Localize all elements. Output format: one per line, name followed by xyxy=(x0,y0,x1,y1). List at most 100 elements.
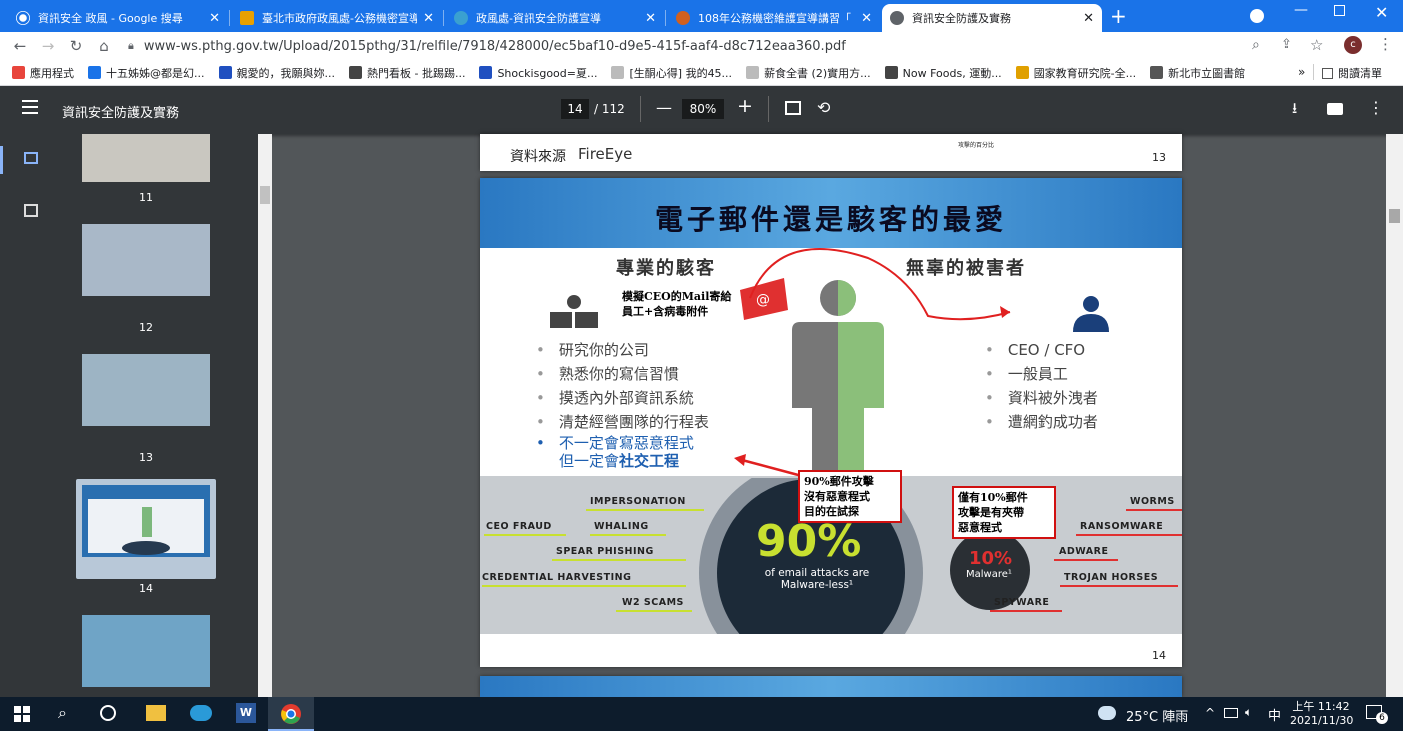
page-thumbnail[interactable] xyxy=(82,615,210,687)
page-thumbnail[interactable] xyxy=(82,354,210,426)
ime-indicator[interactable]: 中 xyxy=(1268,705,1281,724)
bookmark-item[interactable]: 十五姊姊@都是幻... xyxy=(88,65,205,81)
keyword-label: CREDENTIAL HARVESTING xyxy=(482,572,632,583)
keyword-label: ADWARE xyxy=(1059,546,1109,557)
bookmark-item[interactable]: 薪食全書 (2)實用方... xyxy=(746,65,871,81)
page-thumbnail[interactable] xyxy=(82,224,210,296)
bookmark-icon xyxy=(88,66,101,79)
lock-icon: 🔒︎ xyxy=(128,39,134,52)
source-label: 資料來源 xyxy=(510,149,566,165)
thumbnail-scrollbar[interactable] xyxy=(258,134,272,697)
keyword-label: TROJAN HORSES xyxy=(1064,572,1159,583)
bookmark-item[interactable]: 親愛的，我願與妳... xyxy=(218,65,336,81)
weather-text[interactable]: 25°C 陣雨 xyxy=(1126,706,1188,725)
close-tab-icon[interactable]: ✕ xyxy=(861,11,872,26)
bookmark-star-icon[interactable]: ☆ xyxy=(1310,36,1323,54)
more-bookmarks-icon[interactable]: » xyxy=(1298,65,1305,79)
browser-tab-1[interactable]: 資訊安全 政風 - Google 搜尋 ✕ xyxy=(8,4,228,32)
notification-icon[interactable]: 6 xyxy=(1366,705,1388,724)
bookmark-icon xyxy=(479,66,493,79)
pdf-title: 資訊安全防護及實務 xyxy=(62,106,180,121)
bookmark-icon xyxy=(218,66,232,79)
zoom-input[interactable]: 80% xyxy=(682,99,724,119)
page-thumbnail[interactable] xyxy=(82,134,210,182)
bookmark-icon xyxy=(884,66,898,79)
clock[interactable]: 上午 11:42 2021/11/30 xyxy=(1290,700,1353,728)
close-tab-icon[interactable]: ✕ xyxy=(645,11,656,26)
word-icon[interactable]: W xyxy=(236,703,256,723)
browser-tab-3[interactable]: 政風處-資訊安全防護宣導 ✕ xyxy=(446,4,664,32)
notification-count: 6 xyxy=(1376,712,1388,724)
browser-tab-4[interactable]: 108年公務機密維護宣導講習「 ✕ xyxy=(668,4,880,32)
stat-10-caption: Malware¹ xyxy=(966,569,1012,580)
scroll-thumb[interactable] xyxy=(1389,209,1400,223)
windows-start-icon[interactable] xyxy=(14,706,36,728)
thumbnail-number: 13 xyxy=(139,451,153,464)
pdf-page-14: 電子郵件還是駭客的最愛 專業的駭客 無辜的被害者 模擬CEO的Mail寄給 員工… xyxy=(480,178,1182,667)
download-icon[interactable]: ⭳ xyxy=(1292,98,1297,123)
list-item: • 摸透內外部資訊系統 xyxy=(536,389,694,407)
browser-menu-icon[interactable]: ⋮ xyxy=(1378,35,1393,53)
page-thumbnail[interactable] xyxy=(82,485,210,557)
browser-tab-2[interactable]: 臺北市政府政風處-公務機密宣導 ✕ xyxy=(232,4,442,32)
keyword-underline xyxy=(590,534,666,536)
task-view-icon[interactable] xyxy=(100,705,116,721)
zoom-out-icon[interactable]: — xyxy=(656,98,672,117)
thumbnail-view-icon[interactable] xyxy=(24,152,38,164)
webex-icon[interactable] xyxy=(190,705,212,721)
bookmark-item[interactable]: [生酮心得] 我的45... xyxy=(611,65,732,81)
reload-icon[interactable]: ↻ xyxy=(62,37,90,55)
profile-avatar[interactable]: c xyxy=(1344,36,1362,54)
browser-tab-active[interactable]: 資訊安全防護及實務 ✕ xyxy=(882,4,1102,32)
close-tab-icon[interactable]: ✕ xyxy=(209,11,220,26)
file-explorer-icon[interactable] xyxy=(146,705,166,721)
close-tab-icon[interactable]: ✕ xyxy=(423,11,434,26)
tab-title: 108年公務機密維護宣導講習「 xyxy=(698,12,851,25)
chrome-icon xyxy=(281,704,301,724)
chrome-taskbar-button[interactable] xyxy=(268,697,314,731)
outline-view-icon[interactable] xyxy=(24,204,38,217)
maximize-icon[interactable] xyxy=(1334,5,1345,16)
forward-icon[interactable]: → xyxy=(34,37,62,55)
bookmark-item[interactable]: Shockisgood=夏... xyxy=(479,65,597,81)
keyword-label: SPEAR PHISHING xyxy=(556,546,654,557)
close-tab-icon[interactable]: ✕ xyxy=(1083,11,1094,26)
home-icon[interactable]: ⌂ xyxy=(90,37,118,55)
scroll-thumb[interactable] xyxy=(260,186,270,204)
page-number-input[interactable]: 14 xyxy=(561,99,589,119)
tray-expand-icon[interactable]: ^ xyxy=(1205,706,1215,720)
minimize-icon[interactable]: — xyxy=(1294,2,1308,18)
volume-icon[interactable]: 🔈︎ xyxy=(1245,705,1252,720)
stat-90-caption: of email attacks are Malware-less¹ xyxy=(742,567,892,591)
zoom-in-icon[interactable]: + xyxy=(737,95,753,117)
back-icon[interactable]: ← xyxy=(6,37,34,55)
bookmark-item[interactable]: 國家教育研究院-全... xyxy=(1015,65,1136,81)
pdf-toolbar: 資訊安全防護及實務 14 / 112 — 80% + ⟲ ⭳ ⋮ xyxy=(0,86,1403,134)
bookmark-label: 親愛的，我願與妳... xyxy=(236,66,336,80)
caption-line: of email attacks are xyxy=(764,567,870,579)
more-actions-icon[interactable]: ⋮ xyxy=(1368,98,1384,117)
url-text[interactable]: www-ws.pthg.gov.tw/Upload/2015pthg/31/re… xyxy=(144,39,846,54)
network-icon[interactable] xyxy=(1224,708,1238,718)
zoom-icon[interactable]: ⌕ xyxy=(1252,37,1260,53)
bookmark-item[interactable]: 熱門看板 - 批踢踢... xyxy=(349,65,465,81)
tab-search-icon[interactable] xyxy=(1250,9,1264,23)
note-line: 不一定會寫惡意程式 xyxy=(558,434,694,452)
new-tab-button[interactable]: + xyxy=(1110,4,1130,28)
thumbnail-number: 11 xyxy=(139,191,153,204)
pdf-menu-icon[interactable] xyxy=(22,100,38,114)
print-icon[interactable] xyxy=(1327,103,1343,115)
rotate-icon[interactable]: ⟲ xyxy=(817,98,830,117)
fit-page-icon[interactable] xyxy=(785,101,801,115)
bookmark-icon xyxy=(12,66,25,79)
bookmark-item[interactable]: 應用程式 xyxy=(12,65,74,81)
bookmark-label: 應用程式 xyxy=(30,66,74,80)
search-icon[interactable]: ⌕ xyxy=(58,703,80,725)
document-scrollbar[interactable] xyxy=(1386,134,1403,697)
share-icon[interactable]: ⇪ xyxy=(1281,37,1292,52)
reading-list-button[interactable]: 閱讀清單 xyxy=(1322,65,1382,81)
bookmark-item[interactable]: Now Foods, 運動... xyxy=(884,65,1002,81)
bookmark-item[interactable]: 新北市立圖書館 xyxy=(1150,65,1245,81)
address-bar[interactable]: 🔒︎ www-ws.pthg.gov.tw/Upload/2015pthg/31… xyxy=(128,34,1338,58)
window-close-icon[interactable]: ✕ xyxy=(1375,3,1388,22)
